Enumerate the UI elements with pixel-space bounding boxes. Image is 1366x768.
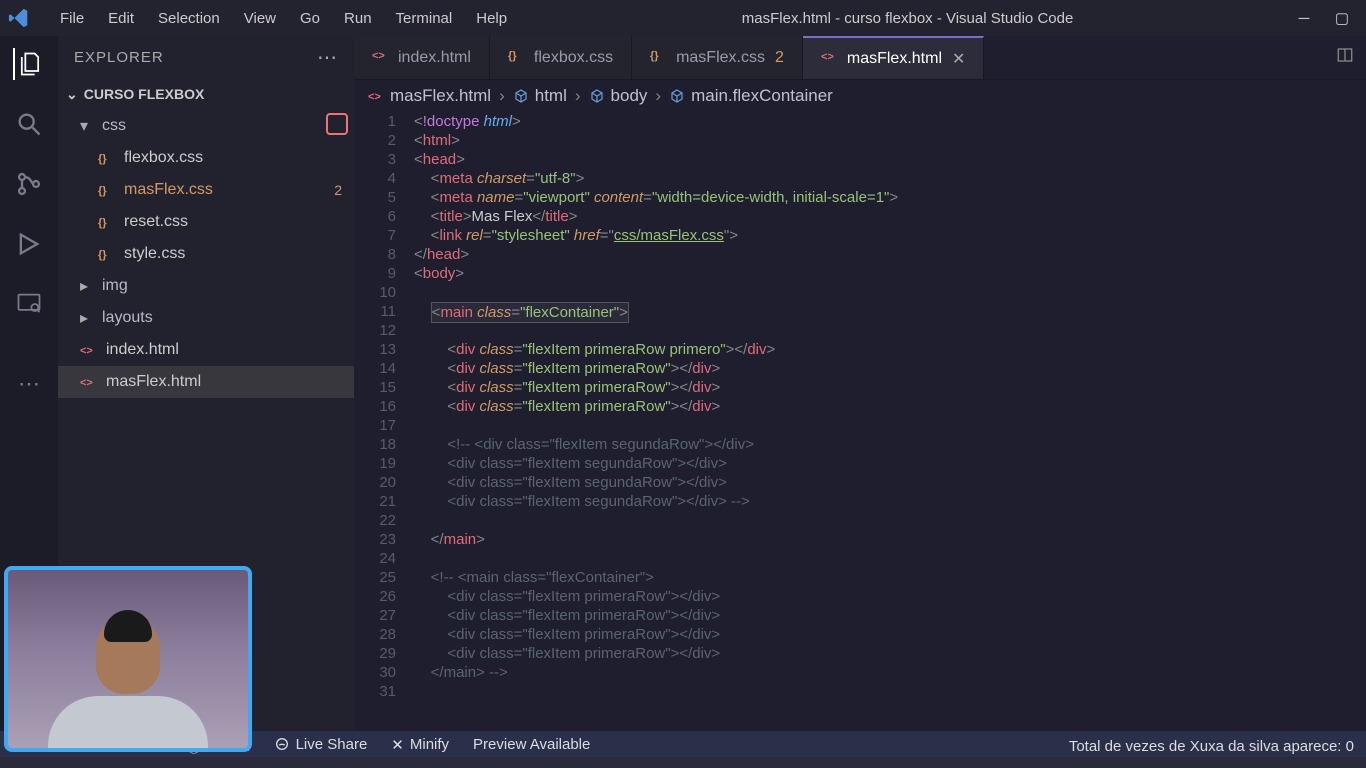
window-title: masFlex.html - curso flexbox - Visual St…	[519, 10, 1296, 27]
source-control-icon[interactable]	[13, 168, 45, 200]
webcam-overlay	[4, 566, 252, 752]
svg-text:{}: {}	[650, 50, 659, 62]
svg-text:<>: <>	[80, 377, 93, 389]
menu-bar: FileEditSelectionViewGoRunTerminalHelp m…	[0, 0, 1366, 36]
files-icon[interactable]	[13, 48, 45, 80]
tab-masFlex.css[interactable]: {}masFlex.css2	[632, 36, 803, 79]
breadcrumb-html[interactable]: html	[513, 86, 567, 106]
svg-text:<>: <>	[368, 91, 381, 103]
breadcrumb-masFlex.html[interactable]: <>masFlex.html	[368, 86, 491, 106]
breadcrumb-main.flexContainer[interactable]: main.flexContainer	[669, 86, 833, 106]
file-index.html[interactable]: <>index.html	[58, 334, 354, 366]
folder-actions-icon[interactable]	[326, 113, 348, 135]
search-icon[interactable]	[13, 108, 45, 140]
liveshare-button[interactable]: Live Share	[262, 736, 380, 753]
close-tab-icon[interactable]: ✕	[952, 49, 965, 69]
tab-masFlex.html[interactable]: <>masFlex.html✕	[803, 36, 985, 79]
menu-run[interactable]: Run	[332, 0, 384, 36]
file-masFlex.css[interactable]: {}masFlex.css2	[58, 174, 354, 206]
close-icon: ✕	[391, 736, 404, 754]
code-editor[interactable]: 1234567891011121314151617181920212223242…	[354, 112, 1366, 731]
menu-go[interactable]: Go	[288, 0, 332, 36]
folder-layouts[interactable]: ▸layouts	[58, 302, 354, 334]
line-number-gutter: 1234567891011121314151617181920212223242…	[354, 112, 414, 731]
folder-css[interactable]: ▾css	[58, 110, 354, 142]
xuxa-counter[interactable]: Total de vezes de Xuxa da silva aparece:…	[1057, 738, 1366, 755]
svg-text:{}: {}	[98, 185, 107, 197]
svg-text:{}: {}	[98, 153, 107, 165]
menu-edit[interactable]: Edit	[96, 0, 146, 36]
file-masFlex.html[interactable]: <>masFlex.html	[58, 366, 354, 398]
maximize-icon[interactable]: ▢	[1334, 9, 1350, 27]
svg-text:{}: {}	[98, 217, 107, 229]
minify-button[interactable]: ✕ Minify	[379, 736, 461, 754]
tab-index.html[interactable]: <>index.html	[354, 36, 490, 79]
breadcrumb-body[interactable]: body	[589, 86, 648, 106]
file-style.css[interactable]: {}style.css	[58, 238, 354, 270]
explorer-title: EXPLORER	[74, 49, 164, 66]
menu-selection[interactable]: Selection	[146, 0, 232, 36]
minimize-icon[interactable]: ─	[1296, 9, 1312, 27]
editor-group: <>index.html{}flexbox.css{}masFlex.css2<…	[354, 36, 1366, 731]
os-taskbar	[0, 757, 1366, 768]
svg-text:<>: <>	[80, 345, 93, 357]
breadcrumbs[interactable]: <>masFlex.html›html›body›main.flexContai…	[354, 80, 1366, 112]
more-icon[interactable]: ⋯	[13, 368, 45, 400]
code-area[interactable]: <!doctype html><html><head> <meta charse…	[414, 112, 1366, 731]
file-flexbox.css[interactable]: {}flexbox.css	[58, 142, 354, 174]
run-debug-icon[interactable]	[13, 228, 45, 260]
vscode-logo-icon	[8, 7, 30, 29]
tab-bar: <>index.html{}flexbox.css{}masFlex.css2<…	[354, 36, 1366, 80]
svg-text:<>: <>	[372, 50, 385, 62]
tab-flexbox.css[interactable]: {}flexbox.css	[490, 36, 632, 79]
remote-explorer-icon[interactable]	[13, 288, 45, 320]
folder-img[interactable]: ▸img	[58, 270, 354, 302]
menu-view[interactable]: View	[232, 0, 288, 36]
menu-help[interactable]: Help	[464, 0, 519, 36]
svg-text:{}: {}	[508, 50, 517, 62]
menu-terminal[interactable]: Terminal	[384, 0, 465, 36]
svg-text:<>: <>	[821, 51, 834, 63]
file-reset.css[interactable]: {}reset.css	[58, 206, 354, 238]
explorer-more-icon[interactable]: ⋯	[317, 45, 338, 70]
menu-file[interactable]: File	[48, 0, 96, 36]
svg-text:{}: {}	[98, 249, 107, 261]
chevron-down-icon: ⌄	[66, 86, 78, 103]
project-header[interactable]: ⌄ CURSO FLEXBOX	[58, 78, 354, 110]
split-editor-icon[interactable]	[1336, 46, 1354, 69]
preview-available[interactable]: Preview Available	[461, 736, 602, 753]
